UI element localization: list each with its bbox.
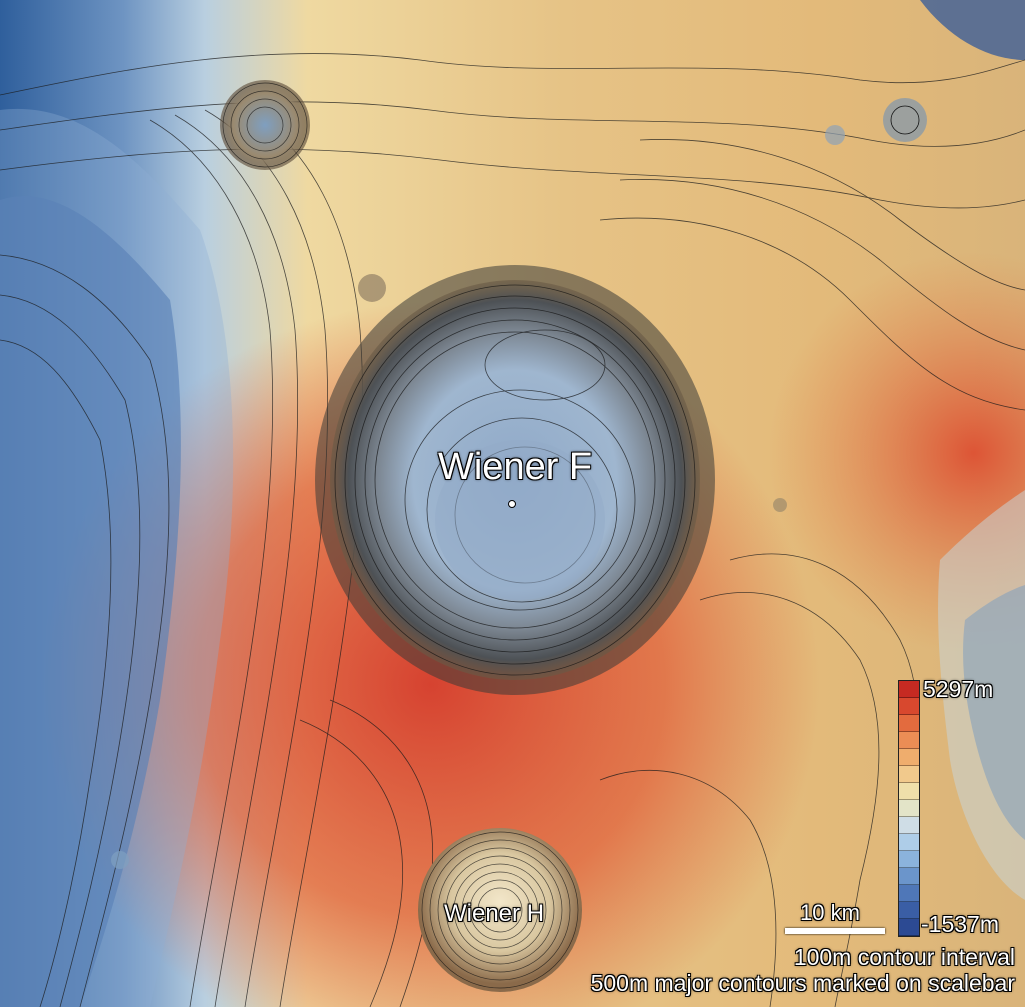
colorbar-segment <box>899 681 919 698</box>
contour-interval-note: 100m contour interval <box>793 944 1015 970</box>
major-contour-note: 500m major contours marked on scalebar <box>590 970 1015 996</box>
colorbar-segment <box>899 885 919 902</box>
crater-f-label: Wiener F <box>438 446 593 488</box>
elevation-colorbar <box>898 680 920 937</box>
colorbar-segment <box>899 732 919 749</box>
colorbar-segment <box>899 919 919 936</box>
crater-f-marker <box>508 500 516 508</box>
crater-h-label: Wiener H <box>444 900 545 927</box>
colorbar-segment <box>899 766 919 783</box>
colorbar-segment <box>899 851 919 868</box>
colorbar-segment <box>899 800 919 817</box>
colorbar-segment <box>899 715 919 732</box>
colorbar-segment <box>899 868 919 885</box>
scalebar-label: 10 km <box>800 900 860 925</box>
colorbar-segment <box>899 698 919 715</box>
colorbar-segment <box>899 834 919 851</box>
scalebar-line <box>785 928 885 934</box>
colorbar-segment <box>899 749 919 766</box>
colorbar-segment <box>899 817 919 834</box>
legend-min-label: -1537m <box>921 911 999 937</box>
legend-max-label: 5297m <box>923 676 994 702</box>
colorbar-segment <box>899 902 919 919</box>
colorbar-segment <box>899 783 919 800</box>
